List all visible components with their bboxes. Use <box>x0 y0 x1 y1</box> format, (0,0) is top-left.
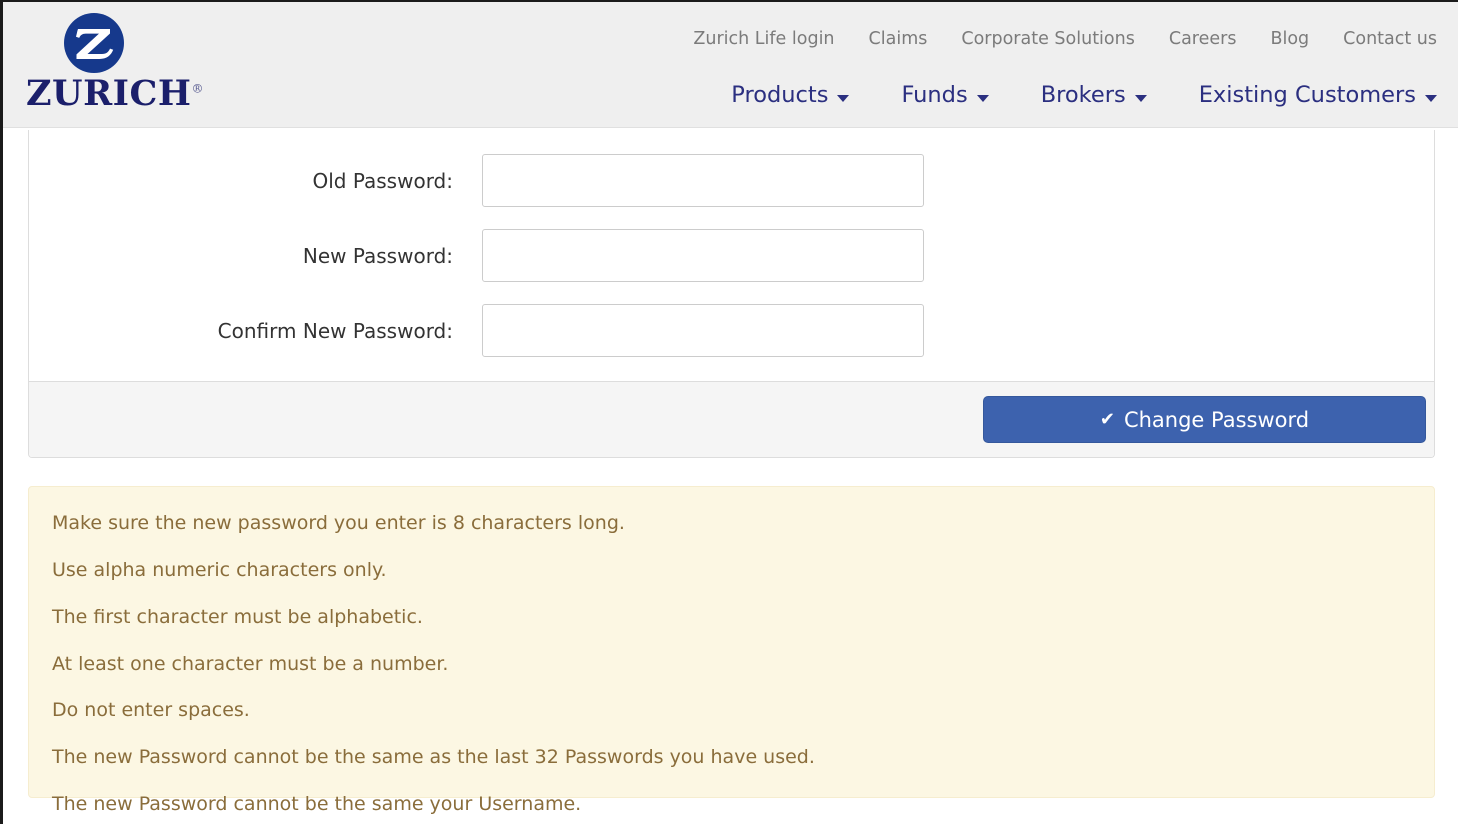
nav-menu-products[interactable]: Products <box>705 82 875 108</box>
nav-menu-funds[interactable]: Funds <box>875 82 1014 108</box>
nav-link-zurich-life-login[interactable]: Zurich Life login <box>676 29 851 49</box>
nav-menu-funds-label: Funds <box>901 82 968 108</box>
chevron-down-icon <box>976 94 989 102</box>
nav-menu-existing-customers[interactable]: Existing Customers <box>1173 82 1440 108</box>
notice-line: Use alpha numeric characters only. <box>52 558 387 581</box>
site-header: ZURICH® Zurich Life login Claims Corpora… <box>3 2 1458 128</box>
confirm-new-password-input[interactable] <box>482 304 924 357</box>
page-root: ZURICH® Zurich Life login Claims Corpora… <box>0 0 1458 824</box>
chevron-down-icon <box>837 94 850 102</box>
old-password-input[interactable] <box>482 154 924 207</box>
new-password-input[interactable] <box>482 229 924 282</box>
nav-link-claims[interactable]: Claims <box>852 29 945 49</box>
old-password-label: Old Password: <box>312 168 453 193</box>
form-row-confirm-new-password: Confirm New Password: <box>29 304 1434 357</box>
nav-menu-products-label: Products <box>731 82 829 108</box>
brand-logo[interactable]: ZURICH® <box>21 6 211 122</box>
nav-menu-brokers[interactable]: Brokers <box>1015 82 1173 108</box>
main-navigation: Products Funds Brokers Existing Customer… <box>705 82 1440 108</box>
notice-line: The new Password cannot be the same as t… <box>52 746 815 769</box>
nav-link-contact-us[interactable]: Contact us <box>1326 29 1440 49</box>
utility-navigation: Zurich Life login Claims Corporate Solut… <box>676 29 1440 49</box>
notice-line: Do not enter spaces. <box>52 699 250 722</box>
password-rules-notice: Make sure the new password you enter is … <box>28 486 1435 815</box>
zurich-circle-z-logo-icon <box>63 12 125 74</box>
form-row-new-password: New Password: <box>29 229 1434 282</box>
form-row-old-password: Old Password: <box>29 154 1434 207</box>
nav-link-careers[interactable]: Careers <box>1152 29 1254 49</box>
nav-link-corporate-solutions[interactable]: Corporate Solutions <box>944 29 1151 49</box>
confirm-new-password-label: Confirm New Password: <box>217 318 453 343</box>
change-password-form: Old Password: New Password: Confirm New … <box>29 130 1434 381</box>
nav-menu-brokers-label: Brokers <box>1040 82 1126 108</box>
notice-line: The new Password cannot be the same your… <box>52 793 582 816</box>
change-password-button-label: Change Password <box>1123 407 1310 432</box>
notice-line: Make sure the new password you enter is … <box>52 512 625 534</box>
panel-footer: ✔ Change Password <box>29 381 1434 457</box>
registered-trademark-icon: ® <box>191 81 204 96</box>
brand-wordmark-text: ZURICH <box>26 73 192 114</box>
chevron-down-icon <box>1425 94 1437 102</box>
nav-link-blog[interactable]: Blog <box>1253 29 1326 49</box>
notice-line: The first character must be alphabetic. <box>52 605 423 628</box>
change-password-panel: Old Password: New Password: Confirm New … <box>28 130 1435 458</box>
new-password-label: New Password: <box>302 243 453 268</box>
change-password-button[interactable]: ✔ Change Password <box>983 396 1426 443</box>
notice-line: At least one character must be a number. <box>52 652 449 675</box>
chevron-down-icon <box>1134 94 1147 102</box>
check-icon: ✔ <box>1099 408 1115 430</box>
nav-menu-existing-customers-label: Existing Customers <box>1198 82 1416 108</box>
brand-wordmark: ZURICH® <box>26 76 204 111</box>
